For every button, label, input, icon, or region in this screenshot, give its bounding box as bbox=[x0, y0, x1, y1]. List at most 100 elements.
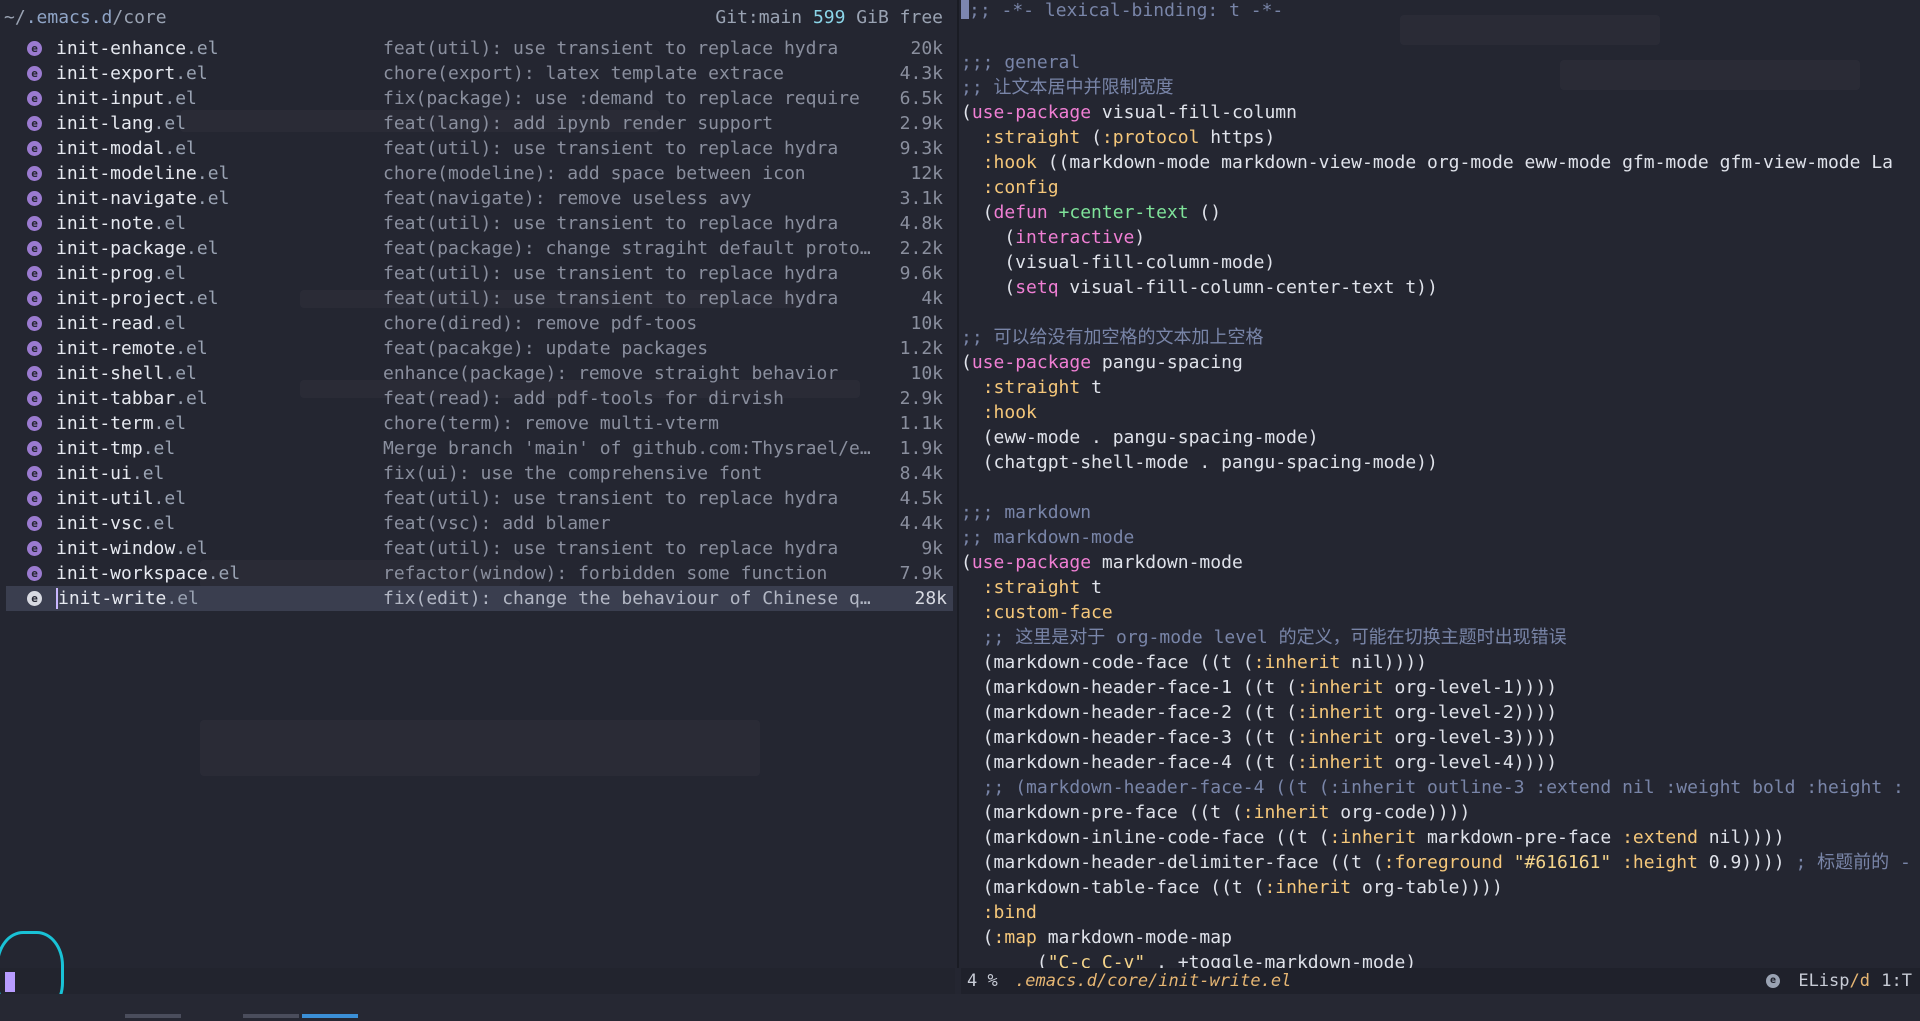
code-line[interactable]: (markdown-header-delimiter-face ((t (:fo… bbox=[961, 850, 1920, 875]
file-row[interactable]: e init-window.el feat(util): use transient… bbox=[0, 536, 955, 561]
code-line[interactable]: (markdown-header-face-4 ((t (:inherit or… bbox=[961, 750, 1920, 775]
code-line[interactable]: :hook ((markdown-mode markdown-view-mode… bbox=[961, 150, 1920, 175]
file-row[interactable]: e init-navigate.el feat(navigate): remove … bbox=[0, 186, 955, 211]
taskbar-item[interactable] bbox=[243, 1014, 299, 1018]
code-token: +center-text bbox=[1058, 202, 1189, 223]
file-size: 3.1k bbox=[899, 188, 943, 209]
taskbar-item[interactable] bbox=[125, 1014, 181, 1018]
code-token: :foreground bbox=[1383, 852, 1503, 873]
code-token: :straight bbox=[982, 377, 1081, 398]
file-name: init-read.el bbox=[56, 313, 187, 334]
file-row[interactable]: e init-workspace.el refactor(window): forb… bbox=[0, 561, 955, 586]
file-row[interactable]: e init-tmp.el Merge branch 'main' of githu… bbox=[0, 436, 955, 461]
code-token: use-package bbox=[971, 352, 1092, 373]
code-line[interactable]: ;; -*- lexical-binding: t -*- bbox=[961, 0, 1920, 25]
editor-pane[interactable]: ;; -*- lexical-binding: t -*- ;;; genera… bbox=[961, 0, 1920, 968]
code-line[interactable]: (markdown-pre-face ((t (:inherit org-cod… bbox=[961, 800, 1920, 825]
code-line[interactable]: (chatgpt-shell-mode . pangu-spacing-mode… bbox=[961, 450, 1920, 475]
file-row[interactable]: e init-modeline.el chore(modeline): add sp… bbox=[0, 161, 955, 186]
code-line[interactable]: ;; 这里是对于 org-mode level 的定义，可能在切换主题时出现错误 bbox=[961, 625, 1920, 650]
code-line[interactable]: (markdown-header-face-3 ((t (:inherit or… bbox=[961, 725, 1920, 750]
file-row-selected[interactable]: e init-write.el fix(edit): change the beha… bbox=[6, 586, 953, 611]
code-token: org-table)))) bbox=[1351, 877, 1503, 898]
code-token: (markdown-table-face ((t ( bbox=[961, 877, 1265, 898]
elisp-file-icon: e bbox=[27, 516, 42, 531]
minibuffer[interactable] bbox=[0, 968, 955, 994]
file-name: init-window.el bbox=[56, 538, 208, 559]
file-row[interactable]: e init-term.el chore(term): remove multi-v… bbox=[0, 411, 955, 436]
file-row[interactable]: e init-enhance.el feat(util): use transien… bbox=[0, 36, 955, 61]
file-name: init-package.el bbox=[56, 238, 219, 259]
code-line[interactable]: (:map markdown-mode-map bbox=[961, 925, 1920, 950]
code-line[interactable]: (markdown-table-face ((t (:inherit org-t… bbox=[961, 875, 1920, 900]
file-row[interactable]: e init-input.el fix(package): use :demand … bbox=[0, 86, 955, 111]
code-line[interactable]: (use-package visual-fill-column bbox=[961, 100, 1920, 125]
file-row[interactable]: e init-package.el feat(package): change st… bbox=[0, 236, 955, 261]
code-line[interactable] bbox=[961, 300, 1920, 325]
code-line[interactable]: ;; markdown-mode bbox=[961, 525, 1920, 550]
code-line[interactable]: (markdown-code-face ((t (:inherit nil)))… bbox=[961, 650, 1920, 675]
code-line[interactable]: (defun +center-text () bbox=[961, 200, 1920, 225]
code-line[interactable]: ;; (markdown-header-face-4 ((t (:inherit… bbox=[961, 775, 1920, 800]
elisp-file-icon: e bbox=[27, 291, 42, 306]
code-line[interactable] bbox=[961, 25, 1920, 50]
file-name: init-project.el bbox=[56, 288, 219, 309]
code-line[interactable]: :straight t bbox=[961, 375, 1920, 400]
code-line[interactable]: :bind bbox=[961, 900, 1920, 925]
file-size: 9k bbox=[921, 538, 943, 559]
file-row[interactable]: e init-remote.el feat(pacakge): update pac… bbox=[0, 336, 955, 361]
code-token: markdown-mode-map bbox=[1036, 927, 1232, 948]
code-line[interactable]: ;; 让文本居中并限制宽度 bbox=[961, 75, 1920, 100]
code-line[interactable]: (visual-fill-column-mode) bbox=[961, 250, 1920, 275]
code-token: :bind bbox=[982, 902, 1037, 923]
file-name: init-modeline.el bbox=[56, 163, 230, 184]
file-row[interactable]: e init-prog.el feat(util): use transient t… bbox=[0, 261, 955, 286]
window-divider[interactable] bbox=[957, 0, 959, 968]
file-size: 4.3k bbox=[899, 63, 943, 84]
file-row[interactable]: e init-read.el chore(dired): remove pdf-to… bbox=[0, 311, 955, 336]
code-line[interactable]: (use-package markdown-mode bbox=[961, 550, 1920, 575]
taskbar-item-active[interactable] bbox=[302, 1014, 358, 1018]
file-row[interactable]: e init-lang.el feat(lang): add ipynb rende… bbox=[0, 111, 955, 136]
code-line[interactable]: :config bbox=[961, 175, 1920, 200]
code-line[interactable]: (markdown-header-face-1 ((t (:inherit or… bbox=[961, 675, 1920, 700]
file-row[interactable]: e init-util.el feat(util): use transient t… bbox=[0, 486, 955, 511]
git-commit-message: feat(navigate): remove useless avy bbox=[383, 188, 752, 209]
code-line[interactable]: :straight (:protocol https) bbox=[961, 125, 1920, 150]
code-line[interactable]: :hook bbox=[961, 400, 1920, 425]
file-name: init-ui.el bbox=[56, 463, 165, 484]
code-line[interactable]: (setq visual-fill-column-center-text t)) bbox=[961, 275, 1920, 300]
code-line[interactable]: (interactive) bbox=[961, 225, 1920, 250]
code-line[interactable]: ;;; markdown bbox=[961, 500, 1920, 525]
code-token: nil)))) bbox=[1340, 652, 1428, 673]
code-line[interactable] bbox=[961, 475, 1920, 500]
file-name: init-modal.el bbox=[56, 138, 197, 159]
file-row[interactable]: e init-tabbar.el feat(read): add pdf-tools… bbox=[0, 386, 955, 411]
file-row[interactable]: e init-ui.el fix(ui): use the comprehensiv… bbox=[0, 461, 955, 486]
code-line[interactable]: (markdown-header-face-2 ((t (:inherit or… bbox=[961, 700, 1920, 725]
code-token: ;; 可以给没有加空格的文本加上空格 bbox=[961, 327, 1264, 348]
file-row[interactable]: e init-export.el chore(export): latex temp… bbox=[0, 61, 955, 86]
code-line[interactable]: (markdown-inline-code-face ((t (:inherit… bbox=[961, 825, 1920, 850]
file-name: init-term.el bbox=[56, 413, 187, 434]
code-line[interactable]: ;;; general bbox=[961, 50, 1920, 75]
code-line[interactable]: (eww-mode . pangu-spacing-mode) bbox=[961, 425, 1920, 450]
code-token: (markdown-header-delimiter-face ((t ( bbox=[961, 852, 1384, 873]
file-row[interactable]: e init-vsc.el feat(vsc): add blamer 4.4k bbox=[0, 511, 955, 536]
code-buffer[interactable]: ;; -*- lexical-binding: t -*- ;;; genera… bbox=[961, 0, 1920, 968]
code-line[interactable]: ;; 可以给没有加空格的文本加上空格 bbox=[961, 325, 1920, 350]
code-line[interactable]: :straight t bbox=[961, 575, 1920, 600]
git-commit-message: fix(edit): change the behaviour of Chine… bbox=[383, 588, 871, 609]
file-row[interactable]: e init-note.el feat(util): use transient t… bbox=[0, 211, 955, 236]
file-row[interactable]: e init-project.el feat(util): use transien… bbox=[0, 286, 955, 311]
code-line[interactable]: ("C-c C-v" . +toggle-markdown-mode) bbox=[961, 950, 1920, 968]
code-token: :inherit bbox=[1296, 702, 1384, 723]
code-line[interactable]: (use-package pangu-spacing bbox=[961, 350, 1920, 375]
file-row[interactable]: e init-shell.el enhance(package): remove s… bbox=[0, 361, 955, 386]
file-row[interactable]: e init-modal.el feat(util): use transient … bbox=[0, 136, 955, 161]
code-line[interactable]: :custom-face bbox=[961, 600, 1920, 625]
code-token: org-level-3)))) bbox=[1383, 727, 1558, 748]
